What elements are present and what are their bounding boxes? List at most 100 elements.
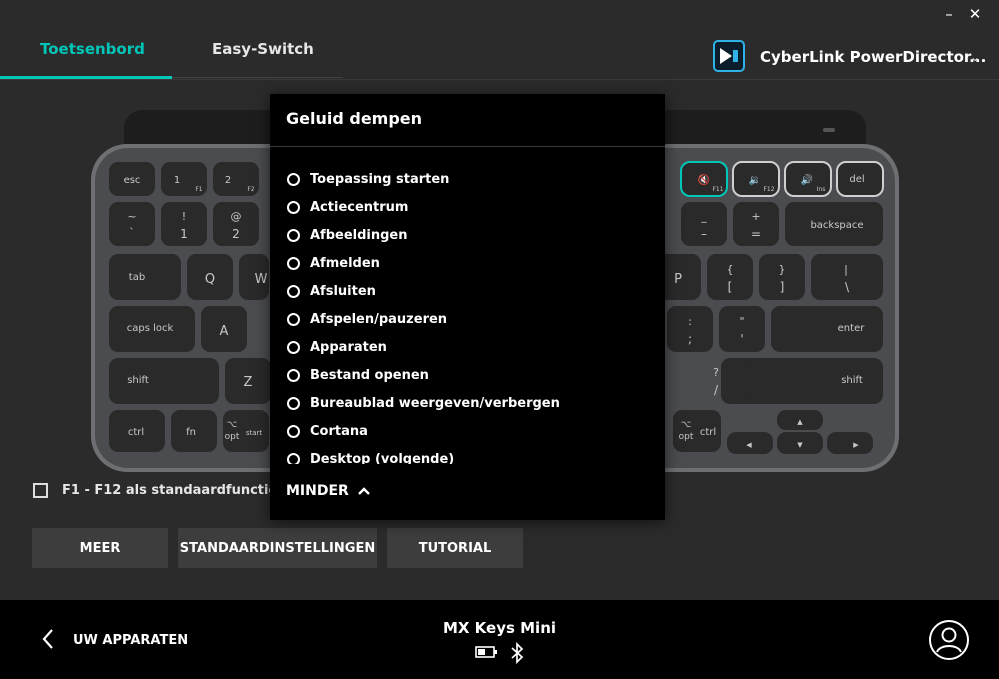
tab-divider <box>172 77 343 78</box>
action-option-list[interactable]: Toepassing starten Actiecentrum Afbeeldi… <box>270 165 665 464</box>
close-button[interactable]: ✕ <box>963 4 987 24</box>
action-option[interactable]: Cortana <box>270 417 665 445</box>
key-label: ⌥ <box>227 420 237 430</box>
radio-icon <box>287 284 300 298</box>
radio-icon <box>287 452 300 464</box>
battery-icon <box>475 646 497 658</box>
radio-icon <box>287 200 300 214</box>
key-label: F1 <box>195 186 202 193</box>
key-label: F12 <box>763 186 774 193</box>
key-label: _ <box>700 210 707 223</box>
option-label: Afbeeldingen <box>310 227 408 243</box>
key-label: F11 <box>712 186 723 193</box>
key-label: del <box>849 174 864 185</box>
key-label: @ <box>231 210 242 223</box>
action-dropdown-popup: Geluid dempen Toepassing starten Actiece… <box>270 94 665 520</box>
option-label: Afsluiten <box>310 283 376 299</box>
option-label: Desktop (volgende) <box>310 451 455 465</box>
action-option[interactable]: Desktop (volgende) <box>270 445 665 464</box>
key-tilde <box>109 202 155 246</box>
key-label: ' <box>740 332 743 346</box>
key-label: start <box>246 429 263 437</box>
key-label: ; <box>688 332 692 346</box>
powerdirector-app-icon[interactable] <box>713 40 745 72</box>
action-option[interactable]: Afbeeldingen <box>270 221 665 249</box>
key-label: ] <box>780 280 785 294</box>
radio-icon <box>287 228 300 242</box>
popup-title: Geluid dempen <box>286 109 423 128</box>
key-label: Z <box>244 375 253 390</box>
chevron-down-icon[interactable]: ⌄ <box>970 50 980 64</box>
key-enter <box>771 306 883 352</box>
arrow-down-icon: ▼ <box>797 441 803 449</box>
popup-divider <box>270 146 665 147</box>
key-label: Ins <box>817 186 826 193</box>
radio-icon <box>287 424 300 438</box>
key-label: 2 <box>225 175 231 186</box>
key-label: P <box>674 272 682 287</box>
key-label: shift <box>127 375 149 386</box>
device-name: MX Keys Mini <box>442 619 557 637</box>
key-label: W <box>255 272 268 287</box>
action-option[interactable]: Afsluiten <box>270 277 665 305</box>
key-label: opt <box>225 432 240 442</box>
show-less-button[interactable]: MINDER <box>286 483 370 499</box>
key-label: " <box>739 315 744 328</box>
more-button[interactable]: MEER <box>32 528 168 568</box>
radio-icon <box>287 396 300 410</box>
chevron-up-icon <box>357 487 370 495</box>
tab-easy-switch[interactable]: Easy-Switch <box>212 40 314 58</box>
key-label: Q <box>205 272 215 287</box>
key-label: 2 <box>232 227 240 241</box>
key-label: 1 <box>180 227 188 241</box>
key-label: esc <box>124 175 141 186</box>
key-label: ⌥ <box>681 420 691 430</box>
key-label: ctrl <box>700 427 716 438</box>
key-label: caps lock <box>127 323 174 334</box>
fn-keys-label: F1 - F12 als standaardfunctietoe <box>62 483 302 498</box>
key-label: enter <box>838 323 866 334</box>
option-label: Afspelen/pauzeren <box>310 311 448 327</box>
footer-bar: UW APPARATEN MX Keys Mini <box>0 600 999 679</box>
battery-led <box>823 128 835 132</box>
key-label: = <box>751 227 761 241</box>
tutorial-button[interactable]: TUTORIAL <box>387 528 523 568</box>
volume-up-icon: 🔊 <box>801 173 813 186</box>
key-label: ~ <box>127 210 136 223</box>
app-selector-name[interactable]: CyberLink PowerDirector... <box>760 48 986 66</box>
key-label: ` <box>129 226 135 239</box>
action-option[interactable]: Afmelden <box>270 249 665 277</box>
action-option[interactable]: Bestand openen <box>270 361 665 389</box>
radio-icon <box>287 172 300 186</box>
fn-keys-checkbox[interactable] <box>33 483 48 498</box>
key-label: shift <box>841 375 863 386</box>
option-label: Apparaten <box>310 339 387 355</box>
action-option[interactable]: Bureaublad weergeven/verbergen <box>270 389 665 417</box>
action-option[interactable]: Apparaten <box>270 333 665 361</box>
key-label: 1 <box>174 175 180 186</box>
header-divider <box>0 79 999 80</box>
bluetooth-icon <box>511 642 524 664</box>
mute-icon: 🔇 <box>698 173 710 186</box>
tab-toetsenbord[interactable]: Toetsenbord <box>40 40 145 58</box>
arrow-right-icon: ▶ <box>853 441 859 449</box>
arrow-up-icon: ▲ <box>797 418 803 426</box>
arrow-left-icon: ◀ <box>746 441 752 449</box>
minimize-button[interactable]: – <box>937 4 961 24</box>
key-shift-left <box>109 358 219 404</box>
app-logo-icon <box>720 48 738 64</box>
key-label: { <box>727 263 734 276</box>
radio-icon <box>287 340 300 354</box>
action-option[interactable]: Afspelen/pauzeren <box>270 305 665 333</box>
option-label: Bestand openen <box>310 367 429 383</box>
key-label: + <box>751 210 760 223</box>
key-label: ctrl <box>128 427 144 438</box>
key-label: | <box>844 263 848 276</box>
action-option[interactable]: Toepassing starten <box>270 165 665 193</box>
default-settings-button[interactable]: STANDAARDINSTELLINGEN <box>178 528 377 568</box>
key-label: ? <box>713 366 719 379</box>
key-label: backspace <box>810 220 863 231</box>
key-label: } <box>779 263 786 276</box>
profile-icon[interactable] <box>928 619 970 661</box>
action-option[interactable]: Actiecentrum <box>270 193 665 221</box>
